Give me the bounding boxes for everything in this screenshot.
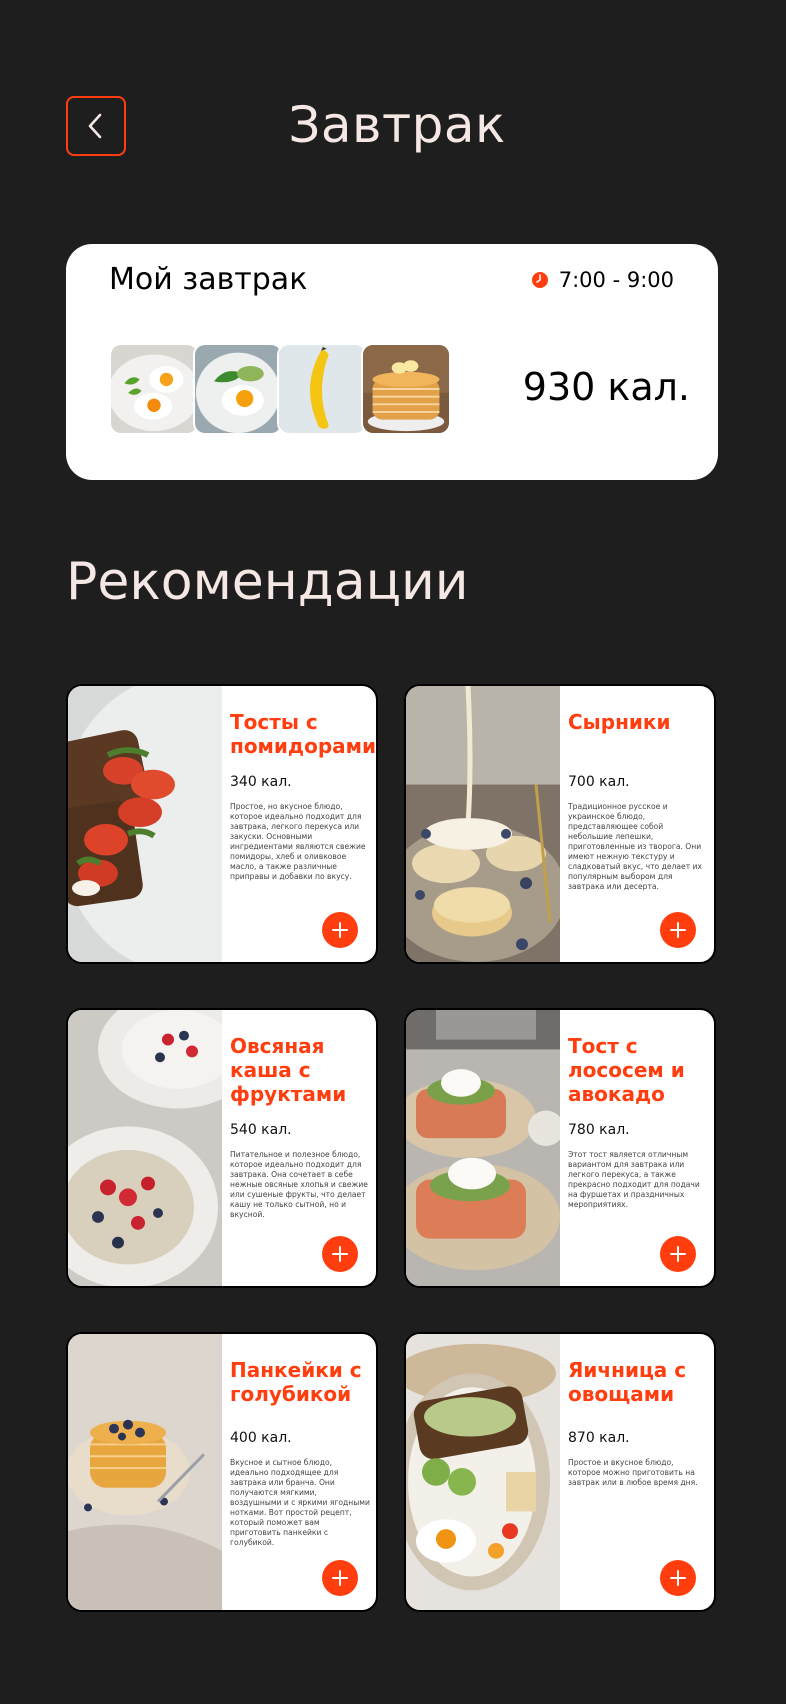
plus-icon [670, 1570, 686, 1586]
add-button[interactable] [322, 1560, 358, 1596]
pancakes-thumb [361, 343, 451, 435]
my-breakfast-card[interactable]: Мой завтрак 7:00 - 9:00 930 кал. [66, 244, 718, 480]
meal-thumbnails [109, 343, 451, 435]
recipe-title: Панкейки с голубикой [230, 1358, 362, 1406]
salmon-avocado-toast-photo [406, 1010, 560, 1286]
recipe-card[interactable]: Панкейки с голубикой 400 кал. Вкусное и … [66, 1332, 378, 1612]
recipe-card[interactable]: Сырники 700 кал. Традиционное русское и … [404, 684, 716, 964]
recipe-calories: 780 кал. [568, 1122, 630, 1138]
add-button[interactable] [322, 1236, 358, 1272]
recipe-card[interactable]: Тосты с помидорами 340 кал. Простое, но … [66, 684, 378, 964]
page-title: Завтрак [288, 96, 506, 154]
oatmeal-berries-photo [68, 1010, 222, 1286]
recipe-card[interactable]: Яичница с овощами 870 кал. Простое и вку… [404, 1332, 716, 1612]
plus-icon [670, 922, 686, 938]
recipe-card[interactable]: Тост с лососем и авокадо 780 кал. Этот т… [404, 1008, 716, 1288]
recipe-title: Яичница с овощами [568, 1358, 687, 1406]
recipe-title: Овсяная каша с фруктами [230, 1034, 347, 1106]
meal-time-label: 7:00 - 9:00 [558, 268, 674, 292]
recipe-title: Сырники [568, 710, 671, 734]
plus-icon [332, 1246, 348, 1262]
recipe-description: Питательное и полезное блюдо, которое ид… [230, 1150, 368, 1219]
tomato-toast-photo [68, 686, 222, 962]
add-button[interactable] [660, 912, 696, 948]
recipe-calories: 340 кал. [230, 774, 292, 790]
recipe-title: Тосты с помидорами [230, 710, 376, 758]
recipe-calories: 400 кал. [230, 1430, 292, 1446]
recipe-calories: 870 кал. [568, 1430, 630, 1446]
total-calories: 930 кал. [522, 365, 690, 409]
recipe-description: Простое, но вкусное блюдо, которое идеал… [230, 802, 366, 881]
recipe-description: Вкусное и сытное блюдо, идеально подходя… [230, 1458, 370, 1547]
recipe-description: Традиционное русское и украинское блюдо,… [568, 802, 702, 891]
syrniki-photo [406, 686, 560, 962]
recipe-card[interactable]: Овсяная каша с фруктами 540 кал. Питател… [66, 1008, 378, 1288]
eggs-avocado-thumb [193, 343, 283, 435]
my-breakfast-title: Мой завтрак [109, 262, 308, 297]
banana-thumb [277, 343, 367, 435]
recipe-title: Тост с лососем и авокадо [568, 1034, 685, 1106]
add-button[interactable] [322, 912, 358, 948]
add-button[interactable] [660, 1236, 696, 1272]
blueberry-pancakes-photo [68, 1334, 222, 1610]
plus-icon [332, 1570, 348, 1586]
plus-icon [670, 1246, 686, 1262]
recipe-description: Этот тост является отличным вариантом дл… [568, 1150, 700, 1209]
recipe-calories: 540 кал. [230, 1122, 292, 1138]
recipe-calories: 700 кал. [568, 774, 630, 790]
meal-time: 7:00 - 9:00 [531, 268, 674, 292]
eggs-vegetables-photo [406, 1334, 560, 1610]
clock-icon [531, 272, 548, 288]
fried-eggs-thumb [109, 343, 199, 435]
recommendations-title: Рекомендации [66, 552, 469, 612]
recipe-description: Простое и вкусное блюдо, которое можно п… [568, 1458, 698, 1487]
add-button[interactable] [660, 1560, 696, 1596]
plus-icon [332, 922, 348, 938]
